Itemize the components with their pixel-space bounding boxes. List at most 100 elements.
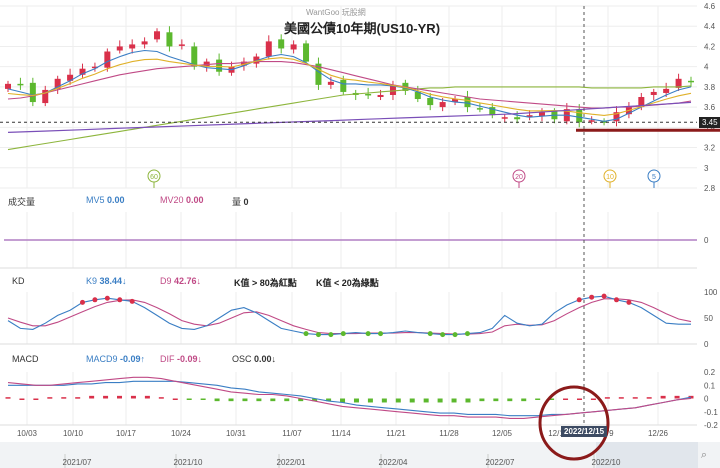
chart-canvas[interactable]: 4.64.44.243.83.63.43.232.860201050100500…	[0, 0, 720, 468]
bubble-label: 5	[652, 174, 656, 181]
kd-note-green: K值 < 20為綠點	[316, 278, 379, 288]
osc-bar	[576, 398, 582, 400]
candle-body	[216, 59, 223, 72]
kd-red-dot	[613, 297, 619, 303]
vol-text: 量 0	[232, 195, 249, 208]
candle-body	[129, 44, 136, 49]
candle-body	[650, 91, 657, 95]
kd-green-dot	[315, 332, 321, 338]
price-y-tick-label: 4.6	[704, 2, 716, 11]
k9-label: K9	[86, 276, 98, 286]
bubble-label: 10	[606, 174, 614, 181]
volume-label-row: 成交量	[8, 195, 35, 208]
candle-body	[17, 83, 24, 86]
x-tick-label: 10/31	[226, 429, 247, 438]
osc-bar	[465, 398, 471, 403]
osc-bar	[395, 398, 401, 403]
osc-bar	[228, 398, 234, 402]
x-tick-label: 11/21	[386, 429, 406, 438]
kd-red-dot	[589, 294, 595, 300]
osc-bar	[89, 395, 95, 399]
candle-body	[663, 88, 670, 93]
navigator-tick-label: 2021/10	[174, 458, 203, 467]
kd-y-tick-label: 100	[704, 288, 718, 297]
vol-label: 量	[232, 197, 242, 207]
candle-body	[5, 83, 11, 89]
kd-red-dot	[117, 297, 123, 303]
macd9-value: -0.09↑	[120, 354, 146, 364]
osc-bar	[618, 397, 624, 399]
kd-green-dot	[303, 331, 309, 337]
d9-text: D9 42.76↓	[160, 276, 201, 286]
mv20-label: MV20	[160, 195, 184, 205]
mv5-label: MV5	[86, 195, 105, 205]
last-price-tag: 3.45	[699, 117, 720, 128]
watermark: WantGoo 玩股網	[306, 8, 366, 17]
osc-bar	[186, 398, 192, 400]
x-tick-label: 12/26	[648, 429, 669, 438]
dif-value: -0.09↓	[177, 354, 203, 364]
macd9-line	[8, 380, 692, 417]
kd-red-dot	[601, 293, 607, 299]
zoom-icon[interactable]: ⌕	[701, 449, 707, 461]
osc-bar	[604, 397, 610, 399]
kd-green-dot	[340, 331, 346, 337]
price-y-tick-label: 3.6	[704, 103, 716, 112]
price-y-tick-label: 3.2	[704, 144, 716, 153]
navigator-tick-label: 2021/07	[63, 458, 92, 467]
osc-bar	[409, 398, 415, 403]
macd-y-tick-label: 0.2	[704, 368, 716, 377]
osc-bar	[47, 397, 53, 399]
vol-value: 0	[243, 197, 249, 207]
candle-body	[514, 117, 521, 120]
macd-y-tick-label: 0.1	[704, 381, 716, 390]
osc-bar	[214, 398, 220, 402]
kd-y-tick-label: 50	[704, 314, 713, 323]
osc-bar	[493, 398, 499, 402]
candle-body	[439, 102, 446, 108]
osc-bar	[632, 397, 638, 399]
osc-bar	[33, 398, 39, 400]
mv20-value: 0.00	[186, 195, 204, 205]
osc-bar	[256, 398, 262, 402]
kd-green-dot	[464, 331, 470, 337]
k9-text: K9 38.44↓	[86, 276, 127, 286]
x-tick-label: 11/14	[331, 429, 351, 438]
osc-bar	[353, 398, 359, 403]
osc-bar	[507, 398, 513, 402]
kd-green-dot	[378, 331, 384, 337]
osc-bar	[130, 395, 136, 399]
osc-label: OSC	[232, 354, 252, 364]
macd-title: MACD	[12, 354, 39, 364]
x-tick-label: 10/10	[63, 429, 84, 438]
kd-red-dot	[576, 297, 582, 303]
dif-text: DIF -0.09↓	[160, 354, 202, 364]
osc-bar	[535, 398, 541, 400]
kd-red-dot	[626, 299, 632, 305]
dif-label: DIF	[160, 354, 175, 364]
d9-line	[7, 298, 692, 335]
candle-body	[588, 120, 595, 122]
price-y-tick-label: 4.2	[704, 42, 716, 51]
volume-title: 成交量	[8, 197, 36, 207]
x-tick-label: 12/05	[492, 429, 513, 438]
candle-body	[178, 44, 185, 46]
kd-green-dot	[452, 332, 458, 338]
osc-bar	[423, 398, 429, 403]
kd-title: KD	[12, 276, 25, 286]
osc-bar	[590, 398, 596, 400]
bubble-label: 20	[515, 174, 523, 181]
chart-title: 美國公債10年期(US10-YR)	[284, 21, 441, 36]
osc-bar	[437, 398, 443, 403]
candle-body	[278, 39, 285, 49]
mv5-value: 0.00	[107, 195, 125, 205]
dif-line	[7, 376, 692, 419]
macd9-label: MACD9	[86, 354, 118, 364]
candle-body	[303, 43, 310, 62]
osc-bar	[19, 398, 25, 400]
macd-y-tick-label: -0.2	[704, 421, 718, 430]
x-tick-label: 10/24	[171, 429, 192, 438]
osc-bar	[270, 398, 276, 402]
navigator-tick-label: 2022/01	[277, 458, 306, 467]
osc-bar	[5, 397, 11, 399]
